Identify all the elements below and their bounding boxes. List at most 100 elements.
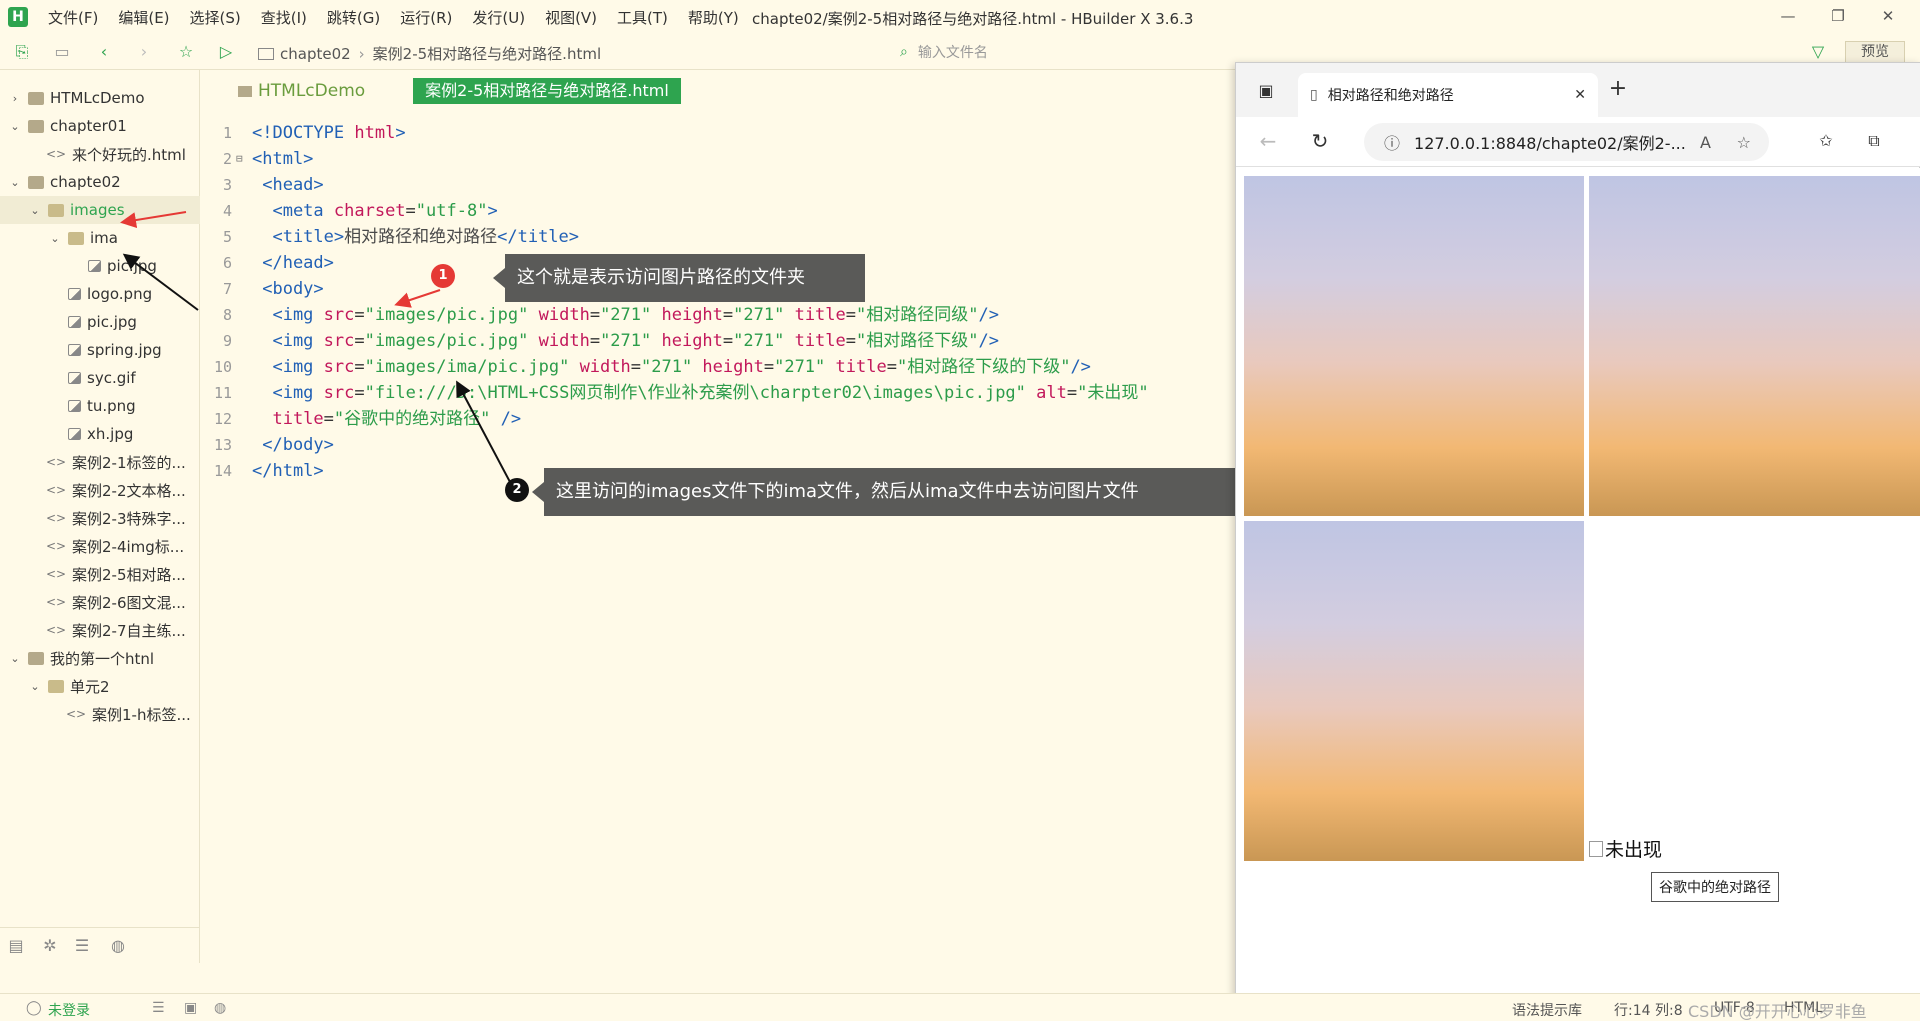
forward-icon[interactable]: › <box>134 42 154 62</box>
restore-icon[interactable]: ❐ <box>1818 4 1858 28</box>
breadcrumb-item[interactable]: 案例2-5相对路径与绝对路径.html <box>373 43 601 64</box>
code-line[interactable]: 5 <title>相对路径和绝对路径</title> <box>200 224 1235 250</box>
code-line[interactable]: 11 <img src="file:///D:\HTML+CSS网页制作\作业补… <box>200 380 1235 406</box>
menu-item[interactable]: 编辑(E) <box>118 7 169 28</box>
code-line[interactable]: 13 </body> <box>200 432 1235 458</box>
palette-icon[interactable]: ◍ <box>108 936 128 956</box>
project-manager-icon[interactable]: ▤ <box>6 936 26 956</box>
code-line[interactable]: 1 <!DOCTYPE html> <box>200 120 1235 146</box>
menu-item[interactable]: 查找(I) <box>261 7 307 28</box>
code-text: <img src="images/pic.jpg" width="271" he… <box>252 328 999 354</box>
tree-item[interactable]: <> 案例2-7自主练... <box>0 616 200 644</box>
tab-actions-icon[interactable]: ▣ <box>1256 81 1276 101</box>
tree-item[interactable]: pic.jpg <box>0 308 200 336</box>
tree-item[interactable]: syc.gif <box>0 364 200 392</box>
menu-item[interactable]: 运行(R) <box>400 7 452 28</box>
code-line[interactable]: 8 <img src="images/pic.jpg" width="271" … <box>200 302 1235 328</box>
collections-icon[interactable]: ⧉ <box>1864 131 1884 151</box>
code-line[interactable]: 4 <meta charset="utf-8"> <box>200 198 1235 224</box>
add-favorite-icon[interactable]: ☆ <box>1737 133 1751 152</box>
tree-item[interactable]: <> 案例2-1标签的... <box>0 448 200 476</box>
line-number: 11 <box>213 384 232 402</box>
preview-button[interactable]: 预览 <box>1845 41 1905 63</box>
tree-item[interactable]: ⌄ ima <box>0 224 200 252</box>
user-icon[interactable]: ◯ <box>26 1000 42 1016</box>
tree-item[interactable]: <> 案例2-3特殊字... <box>0 504 200 532</box>
chevron-down-icon[interactable]: ⌄ <box>48 232 62 245</box>
menu-item[interactable]: 发行(U) <box>472 7 525 28</box>
breadcrumb-item[interactable]: chapte02 <box>280 45 351 63</box>
close-tab-icon[interactable]: ✕ <box>1574 87 1586 103</box>
read-aloud-icon[interactable]: A <box>1700 133 1711 152</box>
tree-item[interactable]: xh.jpg <box>0 420 200 448</box>
chevron-down-icon[interactable]: ⌄ <box>8 176 22 189</box>
line-number: 3 <box>222 176 232 194</box>
tab-project[interactable]: HTMLcDemo <box>238 81 365 101</box>
tree-item[interactable]: ⌄ 单元2 <box>0 672 200 700</box>
chevron-down-icon[interactable]: ⌄ <box>28 204 42 217</box>
list-icon[interactable]: ☰ <box>152 1000 165 1016</box>
tree-item[interactable]: <> 案例2-4img标... <box>0 532 200 560</box>
menu-item[interactable]: 文件(F) <box>48 7 98 28</box>
tree-item[interactable]: ⌄ chapte02 <box>0 168 200 196</box>
menu-item[interactable]: 工具(T) <box>617 7 668 28</box>
chevron-down-icon[interactable]: ⌄ <box>8 652 22 665</box>
chevron-down-icon[interactable]: ⌄ <box>8 120 22 133</box>
fold-toggle[interactable]: ⊟ <box>236 146 243 172</box>
favorites-icon[interactable]: ✩ <box>1816 131 1836 151</box>
file-search-input[interactable]: ⌕ 输入文件名 <box>900 42 988 62</box>
new-file-icon[interactable]: ⎘ <box>12 42 32 62</box>
run-icon[interactable]: ▷ <box>216 42 236 62</box>
code-token: height <box>651 305 723 325</box>
tree-item[interactable]: <> 案例2-2文本格... <box>0 476 200 504</box>
code-line[interactable]: 9 <img src="images/pic.jpg" width="271" … <box>200 328 1235 354</box>
code-token: "未出现" <box>1077 383 1149 403</box>
tree-item[interactable]: <> 案例1-h标签... <box>0 700 200 728</box>
code-editor[interactable]: HTMLcDemo 案例2-5相对路径与绝对路径.html 1 <!DOCTYPE… <box>200 70 1235 963</box>
code-line[interactable]: 12 title="谷歌中的绝对路径" /> <box>200 406 1235 432</box>
chevron-down-icon[interactable]: ⌄ <box>28 680 42 693</box>
menu-item[interactable]: 帮助(Y) <box>688 7 739 28</box>
save-icon[interactable]: ▭ <box>52 42 72 62</box>
code-token: width <box>569 357 631 377</box>
close-icon[interactable]: ✕ <box>1868 4 1908 28</box>
search-files-icon[interactable]: ☰ <box>72 936 92 956</box>
code-line[interactable]: 3 <head> <box>200 172 1235 198</box>
menu-item[interactable]: 选择(S) <box>190 7 241 28</box>
tab-active-file[interactable]: 案例2-5相对路径与绝对路径.html <box>413 78 681 104</box>
browser-tab[interactable]: ▯ 相对路径和绝对路径 ✕ <box>1298 73 1598 117</box>
terminal-icon[interactable]: ▣ <box>184 1000 197 1016</box>
tree-item[interactable]: <> 案例2-6图文混... <box>0 588 200 616</box>
tree-item[interactable]: ⌄ images <box>0 196 200 224</box>
menu-item[interactable]: 视图(V) <box>545 7 597 28</box>
star-icon[interactable]: ☆ <box>176 42 196 62</box>
tree-item[interactable]: tu.png <box>0 392 200 420</box>
back-arrow-icon[interactable]: ← <box>1258 131 1278 151</box>
new-tab-icon[interactable]: + <box>1608 78 1628 100</box>
refresh-icon[interactable]: ↻ <box>1310 131 1330 151</box>
login-status[interactable]: 未登录 <box>48 1000 90 1020</box>
code-line[interactable]: 10 <img src="images/ima/pic.jpg" width="… <box>200 354 1235 380</box>
debug-icon[interactable]: ✲ <box>40 936 60 956</box>
code-area[interactable]: 1 <!DOCTYPE html> 2 ⊟ <html> 3 <head> 4 <meta … <box>200 120 1235 484</box>
menu-item[interactable]: 跳转(G) <box>327 7 380 28</box>
tree-item[interactable]: › HTMLcDemo <box>0 84 200 112</box>
palette-icon[interactable]: ◍ <box>214 1000 226 1016</box>
minimize-icon[interactable]: — <box>1768 4 1808 28</box>
html-file-icon: <> <box>46 595 67 609</box>
filter-icon[interactable]: ▽ <box>1808 42 1828 62</box>
tree-item[interactable]: <> 来个好玩的.html <box>0 140 200 168</box>
tree-item[interactable]: ⌄ chapter01 <box>0 112 200 140</box>
back-icon[interactable]: ‹ <box>94 42 114 62</box>
tree-item[interactable]: ⌄ 我的第一个htnl <box>0 644 200 672</box>
code-token: <body> <box>252 279 324 299</box>
tree-item[interactable]: <> 案例2-5相对路... <box>0 560 200 588</box>
chevron-right-icon[interactable]: › <box>8 92 22 105</box>
syntax-lib[interactable]: 语法提示库 <box>1512 1000 1582 1020</box>
tree-item[interactable]: logo.png <box>0 280 200 308</box>
address-bar[interactable]: ⓘ 127.0.0.1:8848/chapte02/案例2-... A ☆ <box>1364 123 1769 161</box>
tree-item[interactable]: pic.jpg <box>0 252 200 280</box>
tree-item[interactable]: spring.jpg <box>0 336 200 364</box>
cursor-position[interactable]: 行:14 列:8 <box>1614 1000 1683 1020</box>
code-line[interactable]: 2 ⊟ <html> <box>200 146 1235 172</box>
